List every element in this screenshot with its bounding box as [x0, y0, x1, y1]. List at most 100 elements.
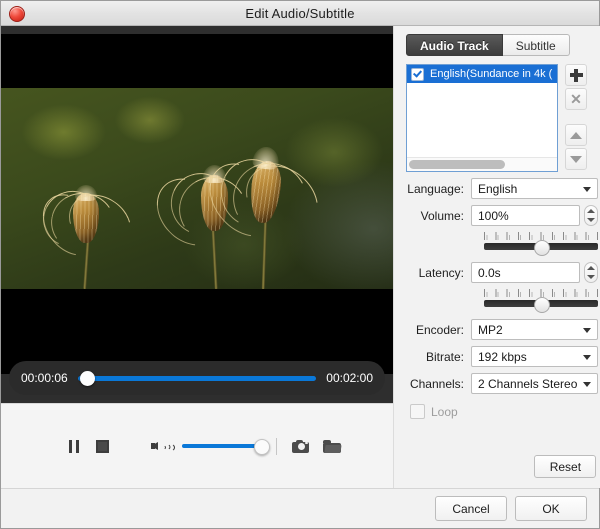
channels-label: Channels:	[409, 376, 464, 391]
language-value: English	[478, 181, 518, 196]
language-row: Language: English	[402, 178, 599, 199]
track-checkbox[interactable]	[411, 67, 424, 81]
encoder-select[interactable]: MP2	[471, 319, 599, 340]
seek-bar: 00:00:06 00:02:00	[9, 361, 385, 395]
capture-buttons	[289, 435, 343, 457]
slider-ticks	[484, 289, 599, 297]
dialog-body: 00:00:06 00:02:00 Audio Track Subtitle E…	[1, 26, 600, 488]
stepper-down-icon	[587, 275, 596, 280]
dialog-footer: Cancel OK	[1, 488, 599, 528]
encoder-value: MP2	[478, 322, 503, 337]
settings-pane: Audio Track Subtitle English(Sundance in…	[393, 26, 600, 488]
snapshot-button[interactable]	[289, 435, 311, 457]
chevron-down-icon	[583, 354, 592, 360]
channels-select[interactable]: 2 Channels Stereo	[471, 373, 599, 394]
bitrate-select[interactable]: 192 kbps	[471, 346, 599, 367]
bitrate-row: Bitrate: 192 kbps	[402, 346, 599, 367]
volume-row: Volume: 100%	[402, 205, 599, 226]
loop-checkbox[interactable]	[410, 404, 425, 419]
volume-tick-slider[interactable]	[484, 232, 599, 256]
language-select[interactable]: English	[471, 178, 599, 199]
video-picture	[1, 88, 393, 289]
tab-subtitle[interactable]: Subtitle	[502, 34, 570, 56]
volume-label: Volume:	[420, 208, 464, 223]
seek-knob[interactable]	[79, 370, 95, 386]
stop-icon	[95, 439, 109, 453]
stepper-up-icon	[587, 265, 596, 270]
chevron-down-icon	[583, 381, 592, 387]
title-bar: Edit Audio/Subtitle	[1, 1, 599, 26]
track-area: English(Sundance in 4k (U ✕	[394, 56, 600, 172]
volume-slider[interactable]	[182, 439, 270, 455]
latency-stepper[interactable]	[584, 262, 599, 283]
volume-stepper[interactable]	[584, 205, 599, 226]
chevron-down-icon	[583, 186, 592, 192]
latency-value: 0.0s	[478, 265, 501, 280]
bitrate-value: 192 kbps	[478, 349, 527, 364]
preview-pane: 00:00:06 00:02:00	[1, 26, 393, 488]
volume-input[interactable]: 100%	[471, 205, 581, 226]
x-icon: ✕	[570, 91, 582, 107]
encoder-row: Encoder: MP2	[402, 319, 599, 340]
channels-row: Channels: 2 Channels Stereo	[402, 373, 599, 394]
total-time-label: 00:02:00	[326, 371, 373, 385]
track-label: English(Sundance in 4k (U	[430, 68, 553, 80]
controls-divider	[276, 437, 277, 455]
channels-value: 2 Channels Stereo	[478, 376, 578, 391]
move-down-button[interactable]	[565, 148, 587, 170]
volume-control	[151, 439, 270, 455]
camera-icon	[291, 439, 309, 453]
stop-button[interactable]	[91, 435, 113, 457]
language-label: Language:	[407, 181, 464, 196]
transport-buttons	[63, 435, 113, 457]
edit-audio-subtitle-dialog: Edit Audio/Subtitle 00:00:06 00:02:00 Au…	[0, 0, 600, 529]
remove-track-button[interactable]: ✕	[565, 88, 587, 110]
track-action-buttons: ✕	[565, 64, 587, 172]
latency-input[interactable]: 0.0s	[471, 262, 581, 283]
video-stage: 00:00:06 00:02:00	[1, 26, 393, 403]
track-list[interactable]: English(Sundance in 4k (U	[406, 64, 558, 172]
encoder-label: Encoder:	[415, 322, 464, 337]
reset-button[interactable]: Reset	[534, 455, 597, 478]
seek-slider[interactable]	[77, 370, 317, 386]
stepper-down-icon	[587, 218, 596, 223]
current-time-label: 00:00:06	[21, 371, 68, 385]
volume-knob[interactable]	[254, 439, 270, 455]
pause-button[interactable]	[63, 435, 85, 457]
settings-form: Language: English Volume: 100% Latency: …	[394, 172, 600, 419]
loop-label: Loop	[431, 404, 458, 419]
latency-label: Latency:	[418, 265, 464, 280]
plant-left	[30, 149, 169, 289]
loop-row: Loop	[402, 400, 598, 419]
move-up-button[interactable]	[565, 124, 587, 146]
chevron-down-icon	[583, 327, 592, 333]
add-track-button[interactable]	[565, 64, 587, 86]
close-icon[interactable]	[9, 6, 25, 22]
latency-tick-slider[interactable]	[484, 289, 599, 313]
reset-row: Reset	[394, 455, 600, 488]
open-folder-button[interactable]	[321, 435, 343, 457]
video-frame	[1, 34, 393, 374]
window-title: Edit Audio/Subtitle	[245, 5, 355, 21]
slider-knob[interactable]	[534, 297, 551, 313]
cancel-button[interactable]: Cancel	[435, 496, 507, 521]
folder-icon	[323, 439, 342, 453]
plant-right	[195, 89, 349, 289]
slider-knob[interactable]	[534, 240, 551, 256]
scrollbar-thumb[interactable]	[409, 160, 505, 169]
pause-icon	[69, 439, 79, 453]
speaker-icon[interactable]	[151, 439, 175, 453]
plus-icon	[569, 68, 583, 82]
volume-slider-row	[402, 232, 599, 256]
tab-audio-track[interactable]: Audio Track	[406, 34, 503, 56]
ok-button[interactable]: OK	[515, 496, 587, 521]
stepper-up-icon	[587, 208, 596, 213]
track-list-hscrollbar[interactable]	[407, 157, 557, 171]
arrow-up-icon	[570, 131, 582, 139]
bitrate-label: Bitrate:	[425, 349, 464, 364]
arrow-down-icon	[570, 155, 582, 163]
list-item[interactable]: English(Sundance in 4k (U	[407, 65, 557, 83]
tab-bar: Audio Track Subtitle	[394, 26, 600, 56]
slider-ticks	[484, 232, 599, 240]
player-controls	[1, 403, 393, 488]
